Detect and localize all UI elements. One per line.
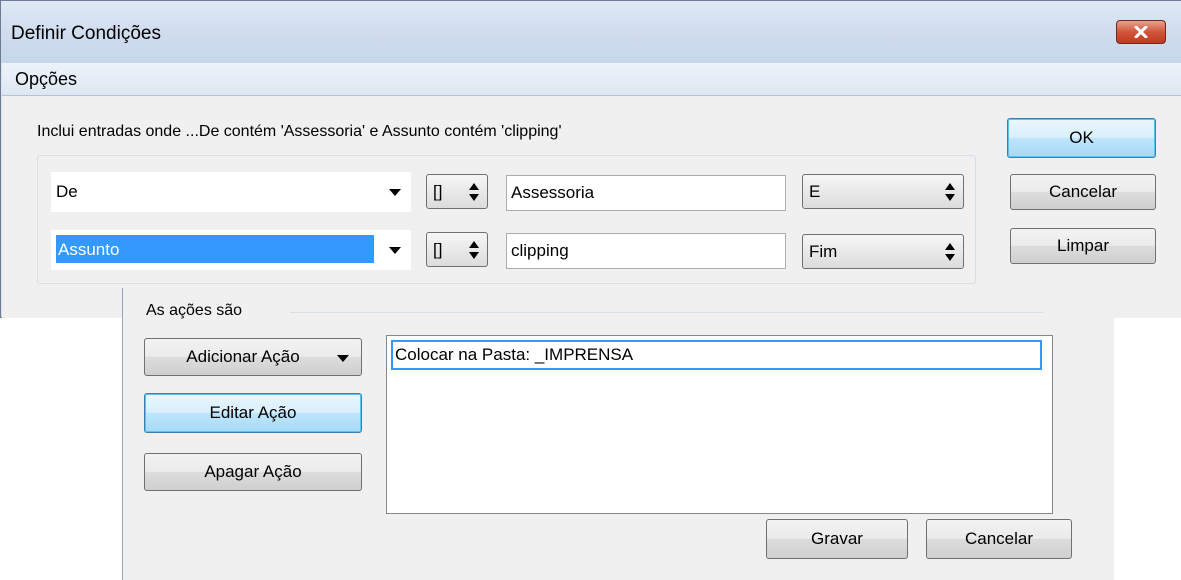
- clear-button-label: Limpar: [1057, 236, 1109, 255]
- list-item[interactable]: Colocar na Pasta: _IMPRENSA: [391, 340, 1042, 370]
- close-icon: [1134, 26, 1148, 38]
- condition-field-select-2[interactable]: Assunto: [51, 230, 411, 270]
- updown-arrows-icon: [469, 182, 480, 201]
- chevron-down-icon: [389, 189, 401, 196]
- condition-connector-value-2: Fim: [809, 241, 838, 261]
- chevron-down-icon: [389, 247, 401, 254]
- condition-connector-spinner-2[interactable]: Fim: [802, 234, 964, 269]
- condition-value-text-1: Assessoria: [511, 183, 595, 202]
- window-title: Definir Condições: [11, 23, 161, 44]
- condition-operator-spinner-2[interactable]: []: [426, 232, 488, 267]
- updown-arrows-icon: [945, 242, 956, 261]
- delete-action-button[interactable]: Apagar Ação: [144, 453, 362, 491]
- actions-cancel-label: Cancelar: [964, 529, 1034, 548]
- condition-operator-spinner-1[interactable]: []: [426, 174, 488, 209]
- conditions-summary: Inclui entradas onde ...De contém 'Asses…: [37, 123, 562, 140]
- add-action-label: Adicionar Ação: [186, 347, 300, 366]
- save-button-label: Gravar: [811, 529, 863, 548]
- delete-action-label: Apagar Ação: [204, 462, 302, 481]
- actions-group-label: As ações são: [146, 302, 243, 319]
- ok-button[interactable]: OK: [1007, 118, 1156, 158]
- menu-bar: Opções: [2, 63, 1181, 96]
- actions-cancel-button[interactable]: Cancelar: [926, 519, 1072, 559]
- condition-operator-value-2: []: [433, 239, 443, 259]
- cancel-button-label: Cancelar: [1048, 182, 1118, 201]
- condition-value-input-2[interactable]: clipping: [506, 233, 786, 269]
- condition-connector-value-1: E: [809, 181, 821, 201]
- chevron-down-icon: [337, 355, 349, 362]
- ok-button-label: OK: [1069, 128, 1094, 147]
- condition-field-value-1: De: [56, 182, 78, 201]
- condition-value-input-1[interactable]: Assessoria: [506, 175, 786, 211]
- edit-action-button[interactable]: Editar Ação: [144, 393, 362, 433]
- save-button[interactable]: Gravar: [766, 519, 908, 559]
- condition-operator-value-1: []: [433, 181, 443, 201]
- edit-action-label: Editar Ação: [209, 403, 297, 422]
- cancel-button[interactable]: Cancelar: [1010, 174, 1156, 210]
- add-action-button[interactable]: Adicionar Ação: [144, 338, 362, 376]
- menu-options-label: Opções: [15, 69, 78, 89]
- updown-arrows-icon: [469, 240, 480, 259]
- close-button[interactable]: [1116, 20, 1166, 44]
- condition-connector-spinner-1[interactable]: E: [802, 174, 964, 209]
- condition-value-text-2: clipping: [511, 241, 569, 260]
- menu-options[interactable]: Opções: [15, 69, 77, 90]
- actions-group-divider: [290, 312, 1043, 313]
- action-item-label: Colocar na Pasta: _IMPRENSA: [395, 345, 634, 364]
- condition-field-select-1[interactable]: De: [51, 172, 411, 212]
- title-bar: Definir Condições: [1, 1, 1181, 63]
- condition-field-value-2: Assunto: [58, 240, 120, 259]
- updown-arrows-icon: [945, 182, 956, 201]
- clear-button[interactable]: Limpar: [1010, 228, 1156, 264]
